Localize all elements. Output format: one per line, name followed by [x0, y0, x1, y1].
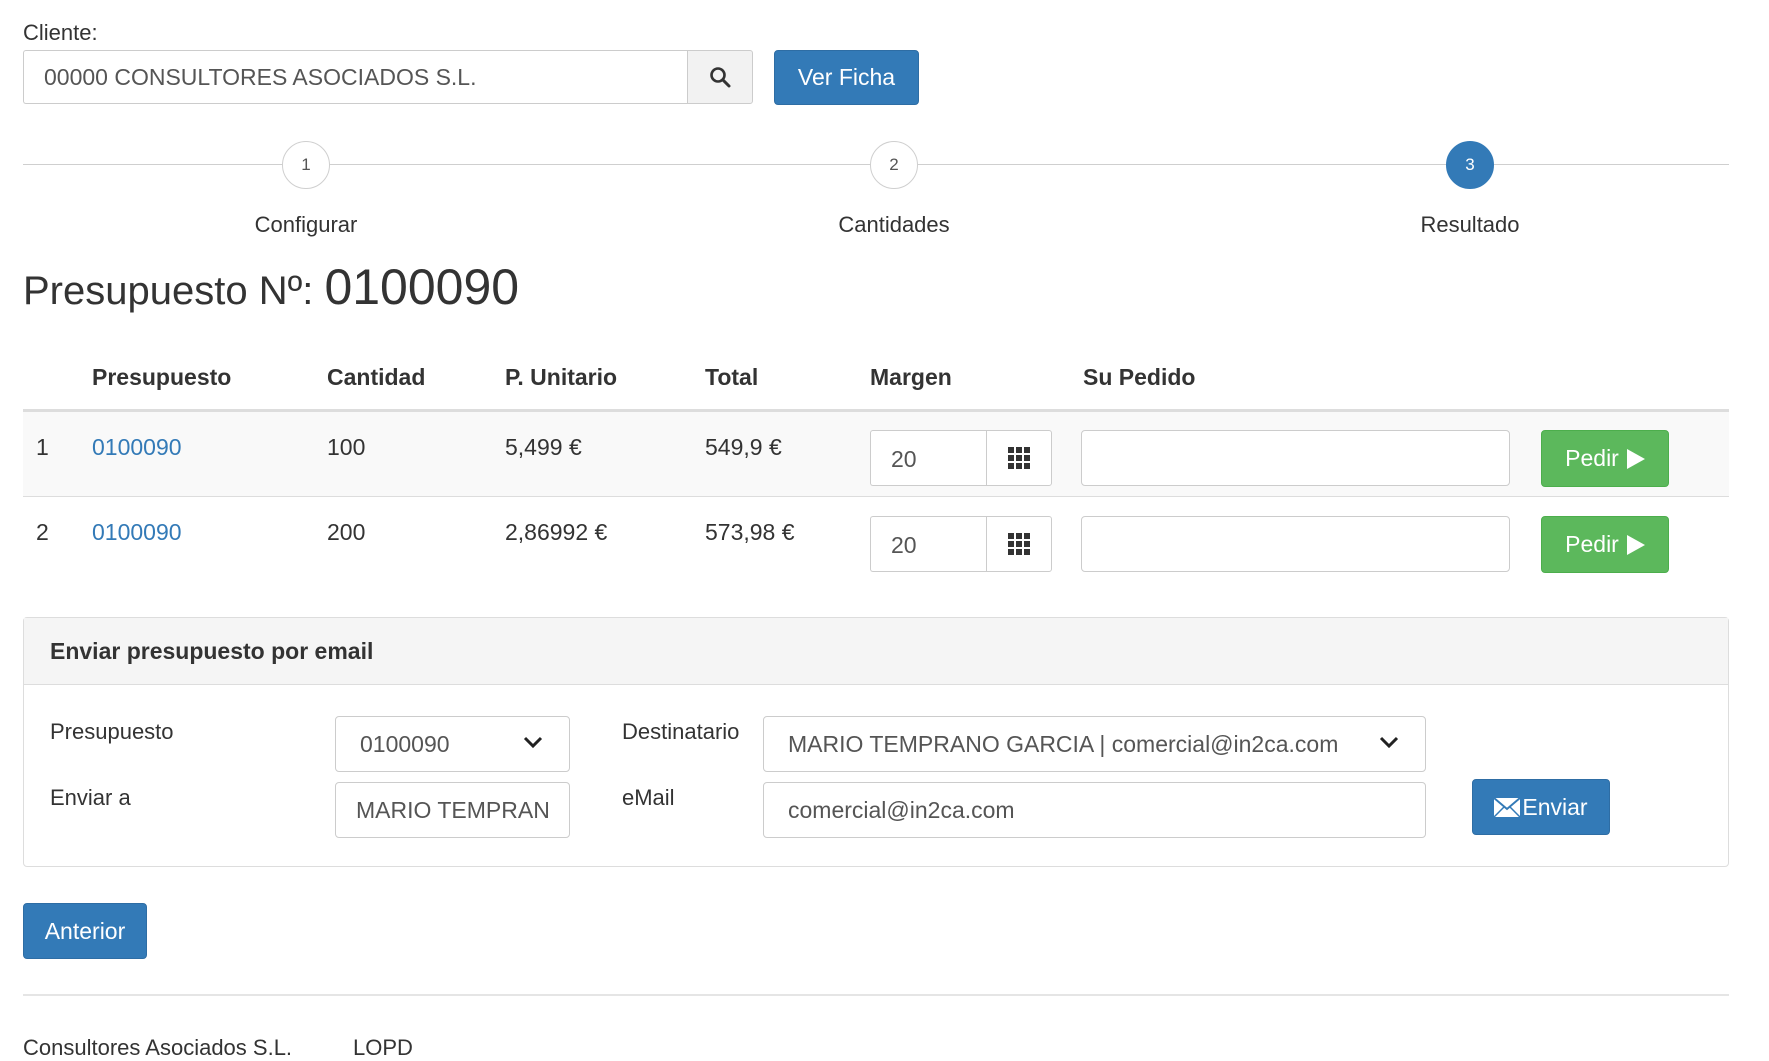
- enviar-a-input[interactable]: MARIO TEMPRAN: [335, 782, 570, 838]
- email-panel-heading: Enviar presupuesto por email: [24, 618, 1728, 685]
- margen-input[interactable]: 20: [870, 516, 986, 572]
- su-pedido-input[interactable]: [1081, 516, 1510, 572]
- cliente-input[interactable]: 00000 CONSULTORES ASOCIADOS S.L.: [23, 50, 687, 104]
- presupuesto-link[interactable]: 0100090: [92, 519, 182, 546]
- unitario-cell: 5,499 €: [505, 434, 582, 460]
- row-index: 1: [36, 434, 49, 460]
- col-header-margen: Margen: [870, 364, 952, 390]
- table-row-divider: [23, 496, 1729, 497]
- search-button[interactable]: [687, 50, 753, 104]
- page-title-number: 0100090: [324, 259, 520, 315]
- enviar-a-label: Enviar a: [50, 785, 131, 810]
- presupuesto-select[interactable]: 0100090: [335, 716, 570, 772]
- footer-divider: [23, 994, 1729, 996]
- footer-lopd-link[interactable]: LOPD: [353, 1035, 413, 1061]
- calculator-button[interactable]: [986, 516, 1052, 572]
- presupuesto-select-label: Presupuesto: [50, 719, 174, 744]
- chevron-down-icon: [1379, 736, 1399, 749]
- pedir-label: Pedir: [1565, 445, 1619, 471]
- wizard-step-2[interactable]: 2: [870, 141, 918, 189]
- ver-ficha-button[interactable]: Ver Ficha: [774, 50, 919, 105]
- destinatario-label: Destinatario: [622, 719, 740, 744]
- row-index: 2: [36, 519, 49, 545]
- unitario-cell: 2,86992 €: [505, 519, 608, 545]
- pedir-button[interactable]: Pedir: [1541, 516, 1669, 573]
- chevron-down-icon: [523, 736, 543, 749]
- margen-input[interactable]: 20: [870, 430, 986, 486]
- pedir-label: Pedir: [1565, 531, 1619, 557]
- grid-icon: [1008, 447, 1030, 469]
- total-cell: 549,9 €: [705, 434, 782, 460]
- footer-company: Consultores Asociados S.L.: [23, 1035, 293, 1060]
- presupuesto-link[interactable]: 0100090: [92, 434, 182, 461]
- enviar-button[interactable]: Enviar: [1472, 779, 1610, 835]
- wizard-step-3-label: Resultado: [1420, 212, 1520, 237]
- pedir-button[interactable]: Pedir: [1541, 430, 1669, 487]
- cliente-search-group: 00000 CONSULTORES ASOCIADOS S.L.: [23, 50, 753, 104]
- cantidad-cell: 200: [327, 519, 366, 545]
- page-title-label: Presupuesto Nº:: [23, 269, 314, 313]
- total-cell: 573,98 €: [705, 519, 795, 545]
- presupuesto-select-value: 0100090: [360, 731, 450, 757]
- email-label: eMail: [622, 785, 675, 810]
- play-icon: [1626, 448, 1645, 469]
- calculator-button[interactable]: [986, 430, 1052, 486]
- margen-group: 20: [870, 430, 1052, 486]
- email-input[interactable]: comercial@in2ca.com: [763, 782, 1426, 838]
- col-header-cantidad: Cantidad: [327, 364, 426, 390]
- su-pedido-input[interactable]: [1081, 430, 1510, 486]
- enviar-label: Enviar: [1522, 793, 1588, 820]
- margen-group: 20: [870, 516, 1052, 572]
- col-header-presupuesto: Presupuesto: [92, 364, 232, 390]
- col-header-su-pedido: Su Pedido: [1083, 364, 1196, 390]
- envelope-icon: [1494, 797, 1521, 817]
- grid-icon: [1008, 533, 1030, 555]
- wizard-step-1-label: Configurar: [254, 212, 358, 237]
- col-header-unitario: P. Unitario: [505, 364, 618, 390]
- destinatario-select-value: MARIO TEMPRANO GARCIA | comercial@in2ca.…: [788, 731, 1339, 757]
- cantidad-cell: 100: [327, 434, 366, 460]
- destinatario-select[interactable]: MARIO TEMPRANO GARCIA | comercial@in2ca.…: [763, 716, 1426, 772]
- wizard-step-1[interactable]: 1: [282, 141, 330, 189]
- cliente-label: Cliente:: [23, 20, 98, 45]
- col-header-total: Total: [705, 364, 759, 390]
- page-title: Presupuesto Nº: 0100090: [23, 258, 519, 316]
- play-icon: [1626, 534, 1645, 555]
- search-icon: [710, 67, 731, 88]
- wizard-step-2-label: Cantidades: [838, 212, 950, 237]
- anterior-button[interactable]: Anterior: [23, 903, 147, 959]
- wizard-step-3[interactable]: 3: [1446, 141, 1494, 189]
